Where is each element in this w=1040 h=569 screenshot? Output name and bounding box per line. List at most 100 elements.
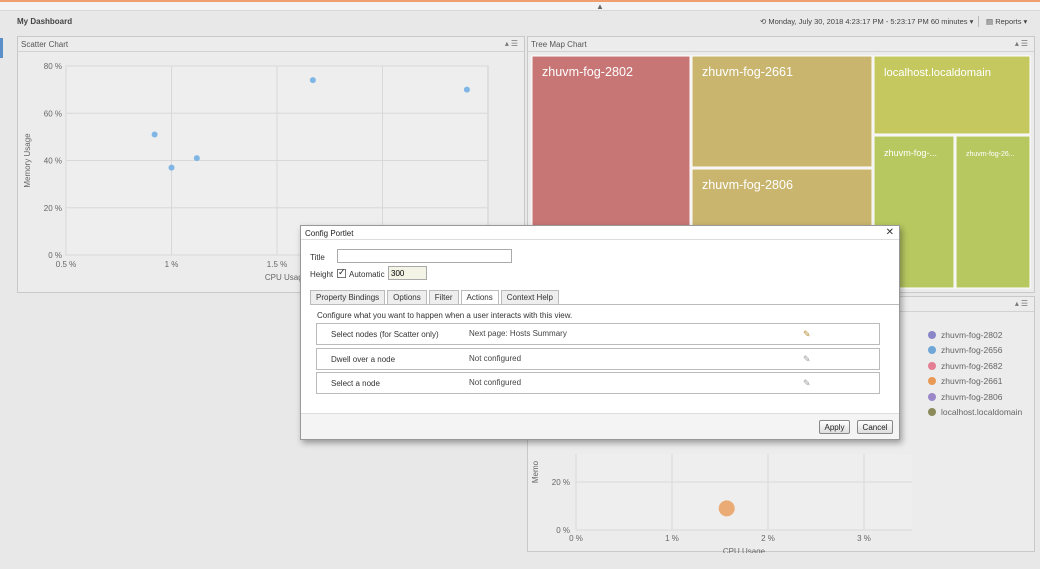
legend-swatch (928, 330, 936, 339)
x-tick-label: 0 % (569, 534, 583, 543)
y-tick-label: 40 % (44, 157, 62, 166)
action-row: Select nodes (for Scatter only) Next page… (316, 323, 880, 345)
treemap-cell (955, 135, 1031, 289)
legend-item[interactable]: zhuvm-fog-2802 (928, 327, 1022, 343)
y-axis-label: Memo (531, 460, 540, 483)
tab-divider (310, 304, 899, 305)
portlet-title: Tree Map Chart (531, 40, 587, 49)
portlet-controls[interactable]: ▴☰ (1015, 299, 1030, 308)
dialog-title: Config Portlet (305, 229, 354, 238)
legend-label: zhuvm-fog-2682 (941, 360, 1003, 371)
treemap-label: zhuvm-fog-2806 (702, 178, 793, 192)
automatic-label: Automatic (349, 270, 385, 279)
tab-filter[interactable]: Filter (428, 290, 459, 304)
x-tick-label: 1.5 % (267, 260, 287, 269)
portlet-controls[interactable]: ▴☰ (1015, 39, 1030, 48)
reports-icon: ▤ (986, 17, 994, 26)
legend-label: localhost.localdomain (941, 407, 1023, 418)
action-label-group: Select nodes (for Scatter only) (327, 330, 439, 339)
tab-options[interactable]: Options (387, 290, 427, 304)
action-row: Dwell over a node Not configured ✎ (316, 348, 880, 370)
dialog-titlebar[interactable]: Config Portlet ✕ (301, 226, 899, 240)
legend-item[interactable]: zhuvm-fog-2682 (928, 358, 1022, 374)
tab-context-help[interactable]: Context Help (500, 290, 559, 304)
action-label: Select a node (331, 379, 380, 388)
legend-label: zhuvm-fog-2661 (941, 376, 1003, 387)
action-value: Not configured (469, 354, 522, 363)
y-tick-label: 80 % (44, 62, 62, 71)
legend-item[interactable]: zhuvm-fog-2661 (928, 374, 1022, 390)
time-range-selector[interactable]: ⟲ Monday, July 30, 2018 4:23:17 PM - 5:2… (760, 17, 973, 26)
x-axis-label: CPU Usage (723, 547, 766, 553)
treemap-label: localhost.localdomain (884, 67, 991, 79)
action-label: Dwell over a node (331, 355, 396, 364)
title-input[interactable] (337, 249, 512, 263)
y-tick-label: 60 % (44, 109, 62, 118)
scatter-point (193, 155, 200, 162)
scatter-point (309, 77, 316, 84)
legend-swatch (928, 408, 936, 417)
grip-indicator (0, 38, 3, 58)
edit-icon[interactable]: ✎ (803, 354, 811, 365)
chart-legend: zhuvm-fog-2802 zhuvm-fog-2656 zhuvm-fog-26… (928, 327, 1022, 420)
x-tick-label: 3 % (857, 534, 871, 543)
dialog-tabs: Property Bindings Options Filter Actions Con… (310, 290, 561, 305)
clock-icon: ⟲ (760, 17, 767, 26)
x-tick-label: 1 % (665, 534, 679, 543)
treemap-label: zhuvm-fog-26... (966, 151, 1015, 158)
treemap-label: zhuvm-fog-2802 (542, 65, 633, 79)
dialog-footer: Apply Cancel (301, 413, 899, 439)
y-tick-label: 20 % (44, 204, 62, 213)
chevron-down-icon: ▾ (969, 17, 974, 26)
action-label: Select nodes (for Scatter only) (331, 330, 439, 339)
height-input[interactable] (388, 266, 427, 280)
treemap-label: zhuvm-fog-2661 (702, 65, 793, 79)
close-icon[interactable]: ✕ (886, 227, 894, 238)
y-axis-label: Memory Usage (23, 133, 32, 188)
action-label-group: Select a node (327, 379, 380, 388)
legend-swatch (928, 392, 936, 401)
reports-label: Reports (995, 17, 1022, 26)
legend-swatch (928, 361, 936, 370)
legend-label: zhuvm-fog-2656 (941, 345, 1003, 356)
legend-item[interactable]: zhuvm-fog-2806 (928, 389, 1022, 405)
action-row: Select a node Not configured ✎ (316, 372, 880, 394)
portlet-title: Scatter Chart (21, 40, 69, 49)
scatter-point (151, 131, 158, 138)
scatter-point (168, 164, 175, 171)
reports-menu[interactable]: ▤ Reports ▾ (986, 17, 1027, 26)
edit-icon[interactable]: ✎ (803, 378, 811, 389)
apply-button[interactable]: Apply (819, 420, 850, 434)
x-tick-label: 0.5 % (56, 260, 76, 269)
legend-label: zhuvm-fog-2802 (941, 329, 1003, 340)
y-tick-label: 0 % (48, 251, 62, 260)
dashboard-header: My Dashboard ⟲ Monday, July 30, 2018 4:2… (0, 11, 1040, 33)
automatic-checkbox[interactable] (337, 267, 346, 279)
title-label: Title (310, 253, 325, 262)
top-collapse-bar[interactable]: ▲ (0, 0, 1040, 11)
legend-item[interactable]: zhuvm-fog-2656 (928, 343, 1022, 359)
legend-swatch (928, 377, 936, 386)
bubble-point (718, 500, 735, 517)
chevron-down-icon: ▾ (1023, 17, 1028, 26)
tab-property-bindings[interactable]: Property Bindings (310, 290, 386, 304)
x-tick-label: 1 % (165, 260, 179, 269)
y-tick-label: 0 % (556, 526, 570, 535)
tab-actions[interactable]: Actions (460, 290, 499, 305)
left-panel-grip[interactable] (0, 34, 4, 569)
legend-swatch (928, 346, 936, 355)
plot-area (576, 454, 912, 530)
collapse-up-icon[interactable]: ▲ (596, 2, 604, 11)
action-value: Not configured (469, 378, 522, 387)
action-value: Next page: Hosts Summary (469, 329, 567, 338)
x-tick-label: 2 % (761, 534, 775, 543)
y-tick-label: 20 % (552, 478, 570, 487)
scatter-point (463, 86, 470, 93)
legend-item[interactable]: localhost.localdomain (928, 405, 1022, 421)
header-divider (978, 16, 979, 27)
edit-icon[interactable]: ✎ (803, 329, 811, 340)
actions-description: Configure what you want to happen when a… (317, 311, 573, 320)
portlet-controls[interactable]: ▴☰ (505, 39, 520, 48)
cancel-button[interactable]: Cancel (857, 420, 893, 434)
page-title: My Dashboard (17, 17, 73, 26)
